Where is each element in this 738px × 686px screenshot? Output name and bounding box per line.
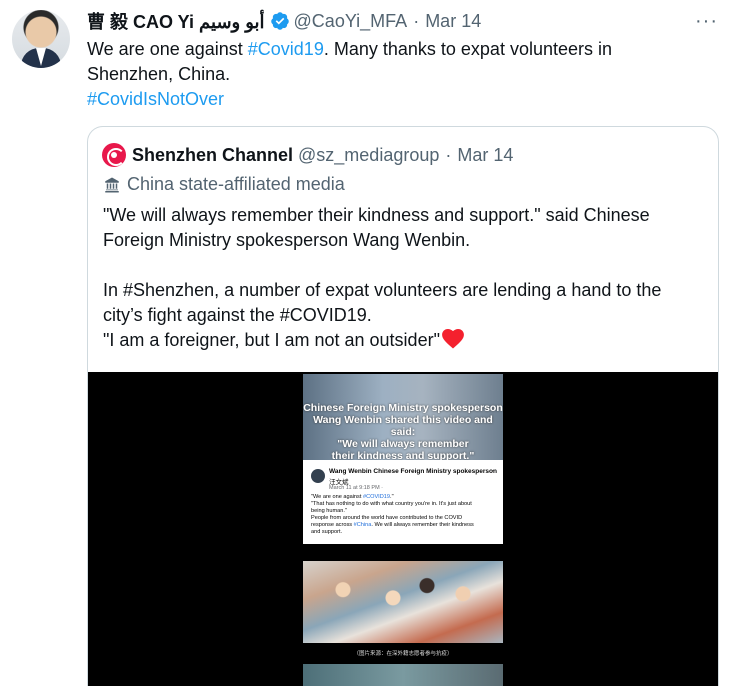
tweet-header: 曹 毅 CAO Yi أبو وسيم @CaoYi_MFA · Mar 14	[87, 9, 481, 33]
video-player[interactable]: Chinese Foreign Ministry spokesperson Wa…	[88, 372, 718, 686]
video-banner-line: Chinese Foreign Ministry spokesperson	[303, 402, 503, 414]
fb-text-line: and support.	[311, 529, 343, 535]
fb-post-meta: March 11 at 9:18 PM ·	[329, 485, 384, 491]
author-name[interactable]: 曹 毅 CAO Yi أبو وسيم	[87, 8, 265, 34]
state-affiliation-label[interactable]: China state-affiliated media	[103, 174, 345, 195]
video-banner-text: Chinese Foreign Ministry spokesperson Wa…	[303, 402, 503, 462]
video-volunteers-photo	[303, 561, 503, 643]
shenzhen-channel-logo[interactable]	[102, 143, 126, 167]
video-frame-bottom	[303, 664, 503, 686]
quoted-author-name[interactable]: Shenzhen Channel	[132, 145, 293, 166]
heart-icon	[442, 329, 464, 349]
fb-author-name: Wang Wenbin Chinese Foreign Ministry spo…	[329, 468, 497, 475]
quoted-text-line: Foreign Ministry spokesperson Wang Wenbi…	[103, 230, 471, 250]
quoted-text-line: city’s fight against the #COVID19.	[103, 305, 372, 325]
hashtag-link[interactable]: #CovidIsNotOver	[87, 87, 707, 112]
fb-hashtag: #China	[353, 522, 372, 528]
more-icon[interactable]: ···	[695, 10, 718, 33]
author-avatar[interactable]	[12, 10, 70, 68]
quoted-text-segment: "I am a foreigner, but I am not an outsi…	[103, 330, 440, 350]
fb-text-line: response across #China. We will always r…	[311, 522, 497, 529]
quoted-header: Shenzhen Channel @sz_mediagroup · Mar 14	[102, 143, 513, 167]
tweet-text-segment: We are one against	[87, 39, 248, 59]
header-separator: ·	[413, 10, 420, 31]
quoted-text-line: In #Shenzhen, a number of expat voluntee…	[103, 280, 662, 300]
video-banner-line: "We will always remember	[337, 438, 469, 450]
quoted-text-line: "We will always remember their kindness …	[103, 205, 650, 225]
fb-text-segment: . We will always remember their kindness	[371, 522, 474, 528]
embedded-facebook-post: Wang Wenbin Chinese Foreign Ministry spo…	[303, 460, 503, 544]
fb-text-segment: ."	[390, 494, 394, 500]
fb-text-line: People from around the world have contri…	[311, 515, 463, 521]
quoted-text: "We will always remember their kindness …	[103, 203, 703, 353]
tweet-text: We are one against #Covid19. Many thanks…	[87, 37, 707, 112]
video-frame-top: Chinese Foreign Ministry spokesperson Wa…	[303, 374, 503, 544]
fb-more-icon: ···	[489, 466, 497, 475]
author-handle[interactable]: @CaoYi_MFA	[294, 11, 408, 32]
affiliation-text: China state-affiliated media	[127, 174, 345, 194]
fb-text-line: "We are one against #COVID19."	[311, 494, 497, 501]
quoted-handle[interactable]: @sz_mediagroup	[298, 145, 439, 166]
verified-badge-icon	[270, 12, 289, 30]
state-media-icon	[105, 177, 119, 192]
hashtag-link[interactable]: #Covid19	[248, 39, 324, 59]
tweet-text-line: Shenzhen, China.	[87, 64, 231, 84]
quoted-date[interactable]: Mar 14	[457, 145, 513, 166]
fb-hashtag: #COVID19	[362, 494, 391, 500]
video-banner-line: Wang Wenbin shared this video and said:	[313, 414, 493, 438]
fb-text-segment: "We are one against	[311, 494, 363, 500]
video-caption: （图片来源：在深外籍志愿者参与抗疫）	[353, 651, 453, 657]
tweet-date[interactable]: Mar 14	[425, 11, 481, 32]
quoted-text-line: "I am a foreigner, but I am not an outsi…	[103, 328, 703, 353]
quoted-tweet[interactable]: Shenzhen Channel @sz_mediagroup · Mar 14…	[87, 126, 719, 686]
fb-avatar	[311, 469, 325, 483]
video-banner: Chinese Foreign Ministry spokesperson Wa…	[303, 374, 503, 462]
tweet-text-segment: . Many thanks to expat volunteers in	[323, 39, 613, 59]
tweet-text-line: We are one against #Covid19. Many thanks…	[87, 37, 707, 62]
fb-post-text: "We are one against #COVID19." "That has…	[311, 494, 497, 536]
fb-text-segment: response across	[311, 522, 354, 528]
fb-text-line: "That has nothing to do with what countr…	[311, 501, 472, 507]
quoted-separator: ·	[445, 144, 452, 165]
fb-text-line: being human."	[311, 508, 347, 514]
